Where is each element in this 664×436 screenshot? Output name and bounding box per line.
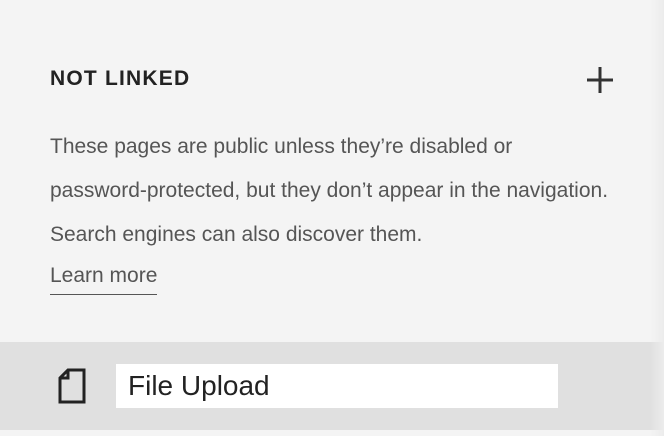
page-title-input[interactable] [116, 364, 558, 408]
page-list-item[interactable] [0, 342, 664, 430]
list-bottom-divider [0, 430, 664, 436]
not-linked-section-header: NOT LINKED [50, 64, 616, 96]
page-icon [58, 368, 86, 404]
learn-more-link[interactable]: Learn more [50, 258, 158, 295]
add-page-button[interactable] [584, 64, 616, 96]
pages-panel: NOT LINKED These pages are public unless… [0, 0, 664, 436]
section-title: NOT LINKED [50, 67, 191, 90]
plus-icon [587, 67, 613, 93]
section-description: These pages are public unless they’re di… [50, 135, 609, 246]
